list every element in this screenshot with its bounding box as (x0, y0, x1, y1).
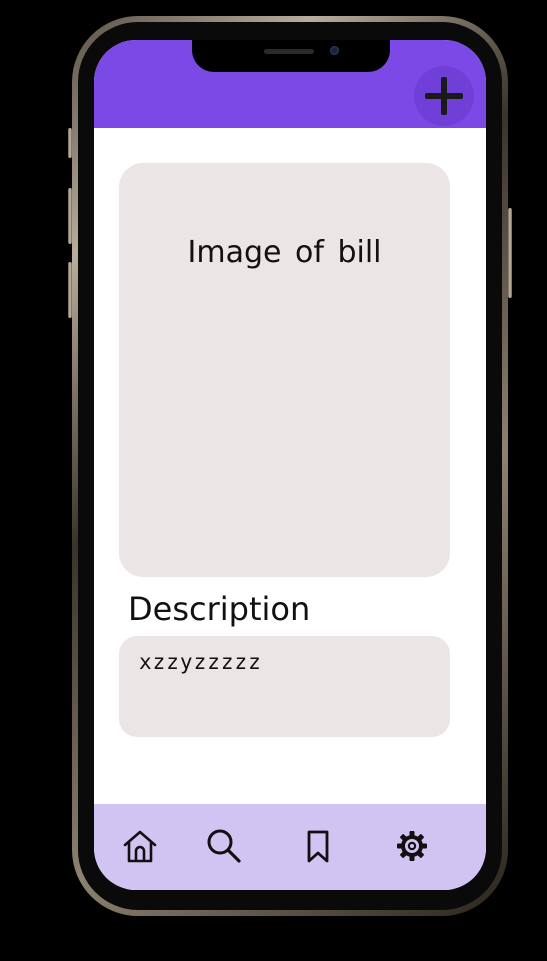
app-screen: Image of bill Description xzzyzzzzz (94, 40, 486, 890)
description-label: Description (128, 590, 311, 628)
plus-icon (425, 77, 463, 115)
volume-up-button (68, 188, 72, 244)
bill-image-placeholder[interactable]: Image of bill (119, 163, 450, 577)
mute-switch (68, 128, 72, 158)
search-icon (207, 829, 241, 863)
bill-image-label: Image of bill (187, 235, 382, 270)
nav-bookmarks[interactable] (296, 824, 340, 868)
front-camera (330, 46, 339, 55)
bottom-nav (94, 804, 486, 890)
settings-icon (397, 831, 427, 861)
description-field[interactable]: xzzyzzzzz (119, 636, 450, 737)
description-value: xzzyzzzzz (139, 650, 262, 674)
nav-home[interactable] (118, 824, 162, 868)
bookmark-icon (307, 830, 329, 863)
speaker-grille (264, 49, 314, 54)
volume-down-button (68, 262, 72, 318)
add-button[interactable] (414, 66, 474, 126)
nav-settings[interactable] (390, 824, 434, 868)
power-button (508, 208, 512, 298)
nav-search[interactable] (202, 824, 246, 868)
home-icon (123, 830, 157, 863)
notch (192, 40, 390, 72)
